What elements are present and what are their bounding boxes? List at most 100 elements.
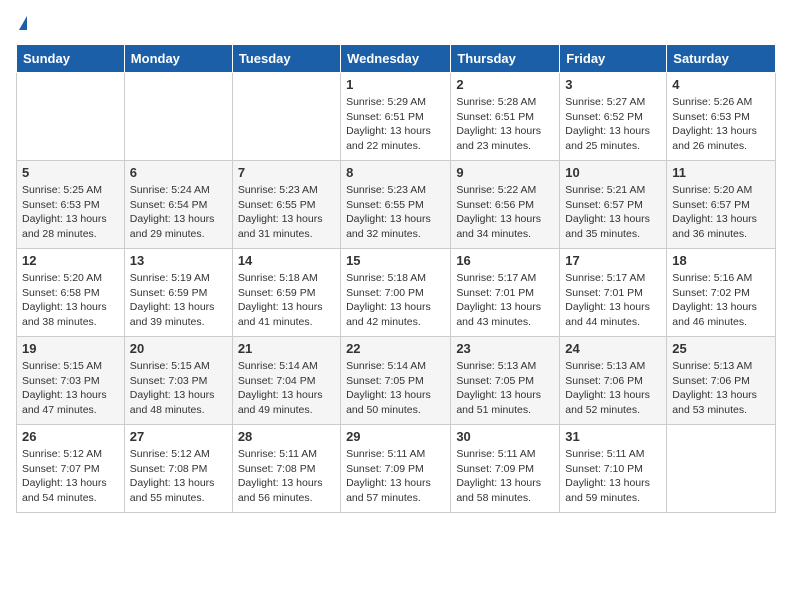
weekday-header-tuesday: Tuesday	[232, 45, 340, 73]
weekday-header-friday: Friday	[560, 45, 667, 73]
calendar-cell: 2 Sunrise: 5:28 AMSunset: 6:51 PMDaylight…	[451, 73, 560, 161]
cell-content: Sunrise: 5:22 AMSunset: 6:56 PMDaylight:…	[456, 183, 554, 242]
calendar-cell: 19 Sunrise: 5:15 AMSunset: 7:03 PMDayligh…	[17, 337, 125, 425]
day-number: 21	[238, 341, 335, 356]
day-number: 12	[22, 253, 119, 268]
calendar-cell: 23 Sunrise: 5:13 AMSunset: 7:05 PMDayligh…	[451, 337, 560, 425]
cell-content: Sunrise: 5:13 AMSunset: 7:06 PMDaylight:…	[565, 359, 661, 418]
calendar-cell: 4 Sunrise: 5:26 AMSunset: 6:53 PMDaylight…	[667, 73, 776, 161]
calendar-cell: 6 Sunrise: 5:24 AMSunset: 6:54 PMDaylight…	[124, 161, 232, 249]
calendar-cell: 20 Sunrise: 5:15 AMSunset: 7:03 PMDayligh…	[124, 337, 232, 425]
calendar-cell: 17Sunrise: 5:17 AMSunset: 7:01 PMDayligh…	[560, 249, 667, 337]
calendar-cell: 16 Sunrise: 5:17 AMSunset: 7:01 PMDayligh…	[451, 249, 560, 337]
cell-content: Sunrise: 5:28 AMSunset: 6:51 PMDaylight:…	[456, 95, 554, 154]
calendar-cell: 29 Sunrise: 5:11 AMSunset: 7:09 PMDayligh…	[341, 425, 451, 513]
cell-content: Sunrise: 5:20 AMSunset: 6:57 PMDaylight:…	[672, 183, 770, 242]
cell-content: Sunrise: 5:29 AMSunset: 6:51 PMDaylight:…	[346, 95, 445, 154]
cell-content: Sunrise: 5:27 AMSunset: 6:52 PMDaylight:…	[565, 95, 661, 154]
calendar-cell: 12Sunrise: 5:20 AMSunset: 6:58 PMDayligh…	[17, 249, 125, 337]
cell-content: Sunrise: 5:18 AMSunset: 7:00 PMDaylight:…	[346, 271, 445, 330]
calendar-cell: 30Sunrise: 5:11 AMSunset: 7:09 PMDayligh…	[451, 425, 560, 513]
day-number: 1	[346, 77, 445, 92]
cell-content: Sunrise: 5:23 AMSunset: 6:55 PMDaylight:…	[238, 183, 335, 242]
cell-content: Sunrise: 5:13 AMSunset: 7:05 PMDaylight:…	[456, 359, 554, 418]
week-row-1: 1 Sunrise: 5:29 AMSunset: 6:51 PMDaylight…	[17, 73, 776, 161]
calendar-cell: 25 Sunrise: 5:13 AMSunset: 7:06 PMDayligh…	[667, 337, 776, 425]
cell-content: Sunrise: 5:11 AMSunset: 7:09 PMDaylight:…	[346, 447, 445, 506]
weekday-header-monday: Monday	[124, 45, 232, 73]
cell-content: Sunrise: 5:12 AMSunset: 7:08 PMDaylight:…	[130, 447, 227, 506]
day-number: 10	[565, 165, 661, 180]
week-row-5: 26 Sunrise: 5:12 AMSunset: 7:07 PMDayligh…	[17, 425, 776, 513]
day-number: 16	[456, 253, 554, 268]
day-number: 11	[672, 165, 770, 180]
weekday-header-thursday: Thursday	[451, 45, 560, 73]
day-number: 15	[346, 253, 445, 268]
calendar-table: SundayMondayTuesdayWednesdayThursdayFrid…	[16, 44, 776, 513]
day-number: 14	[238, 253, 335, 268]
cell-content: Sunrise: 5:11 AMSunset: 7:10 PMDaylight:…	[565, 447, 661, 506]
day-number: 4	[672, 77, 770, 92]
cell-content: Sunrise: 5:11 AMSunset: 7:08 PMDaylight:…	[238, 447, 335, 506]
calendar-cell	[667, 425, 776, 513]
cell-content: Sunrise: 5:25 AMSunset: 6:53 PMDaylight:…	[22, 183, 119, 242]
week-row-4: 19 Sunrise: 5:15 AMSunset: 7:03 PMDayligh…	[17, 337, 776, 425]
day-number: 27	[130, 429, 227, 444]
calendar-cell: 18Sunrise: 5:16 AMSunset: 7:02 PMDayligh…	[667, 249, 776, 337]
cell-content: Sunrise: 5:12 AMSunset: 7:07 PMDaylight:…	[22, 447, 119, 506]
week-row-2: 5 Sunrise: 5:25 AMSunset: 6:53 PMDaylight…	[17, 161, 776, 249]
weekday-header-wednesday: Wednesday	[341, 45, 451, 73]
day-number: 3	[565, 77, 661, 92]
day-number: 19	[22, 341, 119, 356]
day-number: 26	[22, 429, 119, 444]
day-number: 7	[238, 165, 335, 180]
calendar-cell: 9 Sunrise: 5:22 AMSunset: 6:56 PMDaylight…	[451, 161, 560, 249]
day-number: 28	[238, 429, 335, 444]
cell-content: Sunrise: 5:19 AMSunset: 6:59 PMDaylight:…	[130, 271, 227, 330]
cell-content: Sunrise: 5:14 AMSunset: 7:04 PMDaylight:…	[238, 359, 335, 418]
day-number: 8	[346, 165, 445, 180]
logo	[16, 16, 27, 32]
cell-content: Sunrise: 5:24 AMSunset: 6:54 PMDaylight:…	[130, 183, 227, 242]
cell-content: Sunrise: 5:17 AMSunset: 7:01 PMDaylight:…	[565, 271, 661, 330]
day-number: 6	[130, 165, 227, 180]
page-header	[16, 16, 776, 32]
calendar-cell: 26 Sunrise: 5:12 AMSunset: 7:07 PMDayligh…	[17, 425, 125, 513]
calendar-cell: 28 Sunrise: 5:11 AMSunset: 7:08 PMDayligh…	[232, 425, 340, 513]
day-number: 25	[672, 341, 770, 356]
day-number: 5	[22, 165, 119, 180]
calendar-cell: 10 Sunrise: 5:21 AMSunset: 6:57 PMDayligh…	[560, 161, 667, 249]
calendar-cell	[124, 73, 232, 161]
day-number: 9	[456, 165, 554, 180]
calendar-cell: 22Sunrise: 5:14 AMSunset: 7:05 PMDayligh…	[341, 337, 451, 425]
calendar-cell: 3 Sunrise: 5:27 AMSunset: 6:52 PMDaylight…	[560, 73, 667, 161]
day-number: 13	[130, 253, 227, 268]
calendar-cell: 7 Sunrise: 5:23 AMSunset: 6:55 PMDaylight…	[232, 161, 340, 249]
calendar-cell: 1 Sunrise: 5:29 AMSunset: 6:51 PMDaylight…	[341, 73, 451, 161]
calendar-cell: 24 Sunrise: 5:13 AMSunset: 7:06 PMDayligh…	[560, 337, 667, 425]
calendar-cell	[232, 73, 340, 161]
logo-triangle-icon	[19, 16, 27, 30]
day-number: 24	[565, 341, 661, 356]
calendar-cell: 13 Sunrise: 5:19 AMSunset: 6:59 PMDayligh…	[124, 249, 232, 337]
calendar-cell: 5 Sunrise: 5:25 AMSunset: 6:53 PMDaylight…	[17, 161, 125, 249]
cell-content: Sunrise: 5:15 AMSunset: 7:03 PMDaylight:…	[22, 359, 119, 418]
cell-content: Sunrise: 5:23 AMSunset: 6:55 PMDaylight:…	[346, 183, 445, 242]
calendar-cell: 11 Sunrise: 5:20 AMSunset: 6:57 PMDayligh…	[667, 161, 776, 249]
weekday-header-sunday: Sunday	[17, 45, 125, 73]
day-number: 2	[456, 77, 554, 92]
cell-content: Sunrise: 5:15 AMSunset: 7:03 PMDaylight:…	[130, 359, 227, 418]
cell-content: Sunrise: 5:17 AMSunset: 7:01 PMDaylight:…	[456, 271, 554, 330]
calendar-cell: 21 Sunrise: 5:14 AMSunset: 7:04 PMDayligh…	[232, 337, 340, 425]
cell-content: Sunrise: 5:11 AMSunset: 7:09 PMDaylight:…	[456, 447, 554, 506]
calendar-cell: 27 Sunrise: 5:12 AMSunset: 7:08 PMDayligh…	[124, 425, 232, 513]
calendar-cell: 31Sunrise: 5:11 AMSunset: 7:10 PMDayligh…	[560, 425, 667, 513]
day-number: 18	[672, 253, 770, 268]
cell-content: Sunrise: 5:13 AMSunset: 7:06 PMDaylight:…	[672, 359, 770, 418]
day-number: 29	[346, 429, 445, 444]
cell-content: Sunrise: 5:21 AMSunset: 6:57 PMDaylight:…	[565, 183, 661, 242]
cell-content: Sunrise: 5:26 AMSunset: 6:53 PMDaylight:…	[672, 95, 770, 154]
day-number: 20	[130, 341, 227, 356]
day-number: 23	[456, 341, 554, 356]
calendar-cell	[17, 73, 125, 161]
